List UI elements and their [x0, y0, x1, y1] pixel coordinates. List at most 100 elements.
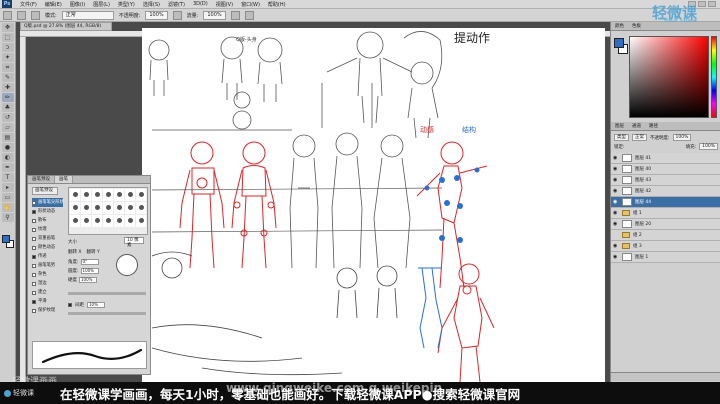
brush-option-checkbox[interactable]	[32, 227, 36, 232]
brush-tip-cell[interactable]	[103, 202, 113, 214]
fill-input[interactable]: 100%	[699, 143, 718, 150]
layer-row[interactable]: ◉ 组 3	[611, 241, 720, 252]
brush-option-row[interactable]: 双重画笔	[32, 234, 63, 243]
airbrush-icon[interactable]	[230, 10, 240, 20]
document-tab[interactable]: Q版.psd @ 27.8% (图层 44, RGB/8)	[20, 22, 112, 31]
eye-icon[interactable]: ◉	[613, 243, 619, 249]
tab-paths[interactable]: 路径	[645, 122, 662, 130]
brush-option-row[interactable]: 湿边	[32, 279, 63, 288]
close-button[interactable]	[708, 1, 716, 7]
mode-select[interactable]: 正常	[61, 10, 114, 20]
eye-icon[interactable]: ◉	[613, 221, 619, 227]
brush-tip-cell[interactable]	[92, 202, 102, 214]
tab-brush[interactable]: 画笔	[55, 176, 73, 183]
layer-row[interactable]: ◉ 图层 44	[611, 197, 720, 208]
maximize-button[interactable]	[698, 1, 706, 7]
brush-tip-cell[interactable]	[70, 215, 80, 227]
brush-option-checkbox[interactable]	[32, 236, 36, 241]
brush-tip-cell[interactable]	[114, 189, 124, 201]
type-tool-icon[interactable]: T	[1, 173, 14, 182]
blur-tool-icon[interactable]: ●	[1, 143, 14, 152]
brush-tip-cell[interactable]	[81, 202, 91, 214]
flip-x-checkbox[interactable]: 翻转 X	[68, 249, 82, 255]
brush-tip-cell[interactable]	[136, 202, 146, 214]
brush-tip-cell[interactable]	[92, 215, 102, 227]
brush-tip-cell[interactable]	[114, 215, 124, 227]
pressure-opacity-icon[interactable]	[172, 10, 182, 20]
tab-color[interactable]: 颜色	[611, 22, 628, 30]
menu-item[interactable]: 窗口(W)	[241, 1, 260, 8]
marquee-tool-icon[interactable]: ⬚	[1, 33, 14, 42]
brush-tip-cell[interactable]	[92, 189, 102, 201]
brush-option-row[interactable]: 纹理	[32, 225, 63, 234]
layer-row[interactable]: ◉ 图层 40	[611, 164, 720, 175]
color-picker-field[interactable]	[629, 36, 709, 118]
history-brush-icon[interactable]: ↺	[1, 113, 14, 122]
opacity-input[interactable]: 100%	[145, 10, 168, 20]
brush-tip-cell[interactable]	[103, 215, 113, 227]
eye-icon[interactable]: ◉	[613, 199, 619, 205]
tab-brush-presets[interactable]: 画笔预设	[28, 176, 55, 183]
spacing-slider[interactable]	[68, 312, 146, 315]
spacing-input[interactable]: 10%	[87, 302, 105, 308]
brush-presets-button[interactable]: 画笔预设	[32, 187, 58, 195]
brush-option-row[interactable]: 杂色	[32, 270, 63, 279]
eraser-icon[interactable]: ▱	[1, 123, 14, 132]
brush-option-checkbox[interactable]	[32, 200, 36, 205]
brush-option-checkbox[interactable]	[32, 281, 36, 286]
eye-icon[interactable]: ◉	[613, 254, 619, 260]
brush-tip-cell[interactable]	[125, 189, 135, 201]
menu-item[interactable]: 图层(L)	[93, 1, 110, 8]
tab-layers[interactable]: 图层	[611, 122, 628, 130]
brush-tip-cell[interactable]	[81, 215, 91, 227]
brush-tool-preset-icon[interactable]	[3, 10, 12, 20]
flip-y-checkbox[interactable]: 翻转 Y	[87, 249, 100, 255]
brush-option-checkbox[interactable]	[32, 299, 36, 304]
brush-option-checkbox[interactable]	[32, 272, 36, 277]
layer-row[interactable]: ◉ 图层 20	[611, 219, 720, 230]
brush-option-row[interactable]: 传递	[32, 252, 63, 261]
menu-item[interactable]: 视图(V)	[216, 1, 233, 8]
pressure-size-icon[interactable]	[244, 10, 254, 20]
menu-item[interactable]: 文件(F)	[20, 1, 37, 8]
eye-icon[interactable]: ◉	[613, 210, 619, 216]
menu-item[interactable]: 选择(S)	[143, 1, 160, 8]
hardness-slider[interactable]	[68, 292, 146, 295]
brush-angle-widget[interactable]	[116, 254, 138, 276]
brush-tip-cell[interactable]	[136, 215, 146, 227]
brush-option-row[interactable]: 散布	[32, 216, 63, 225]
layer-row[interactable]: ◉ 图层 1	[611, 252, 720, 263]
flow-input[interactable]: 100%	[203, 10, 226, 20]
tab-swatches[interactable]: 色板	[628, 22, 645, 30]
layer-row[interactable]: ◉ 图层 42	[611, 186, 720, 197]
brush-option-row[interactable]: 画笔笔尖形状	[32, 198, 64, 207]
brush-option-checkbox[interactable]	[32, 308, 36, 313]
magic-wand-icon[interactable]: ✦	[1, 53, 14, 62]
brush-option-row[interactable]: 保护纹理	[32, 306, 63, 315]
zoom-tool-icon[interactable]: ⚲	[1, 213, 14, 222]
layer-row[interactable]: ◉ 图层 41	[611, 153, 720, 164]
menu-item[interactable]: 图像(I)	[70, 1, 85, 8]
brush-option-row[interactable]: 颜色动态	[32, 243, 63, 252]
brush-tip-cell[interactable]	[70, 202, 80, 214]
brush-option-row[interactable]: 形状动态	[32, 207, 63, 216]
toggle-brush-panel-icon[interactable]	[31, 10, 40, 20]
layer-opacity-input[interactable]: 100%	[672, 134, 692, 141]
layer-row[interactable]: ◉ 组 1	[611, 208, 720, 219]
angle-input[interactable]: 0°	[80, 258, 99, 265]
dodge-tool-icon[interactable]: ◐	[1, 153, 14, 162]
brush-tip-cell[interactable]	[125, 202, 135, 214]
size-input[interactable]: 10 像素	[124, 237, 144, 248]
eye-icon[interactable]	[613, 233, 619, 238]
menu-item[interactable]: 帮助(H)	[268, 1, 286, 8]
brush-option-checkbox[interactable]	[32, 263, 36, 268]
layer-row[interactable]: 组 2	[611, 230, 720, 241]
menu-item[interactable]: 滤镜(T)	[168, 1, 185, 8]
eye-icon[interactable]: ◉	[613, 177, 619, 183]
document-canvas[interactable]: Q版-头身 提动作 动感 结构	[142, 28, 605, 382]
crop-tool-icon[interactable]: ⌗	[1, 63, 14, 72]
path-selection-icon[interactable]: ▸	[1, 183, 14, 192]
lasso-tool-icon[interactable]: ↄ	[1, 43, 14, 52]
foreground-color-swatch[interactable]	[2, 235, 10, 243]
brush-option-checkbox[interactable]	[32, 290, 36, 295]
